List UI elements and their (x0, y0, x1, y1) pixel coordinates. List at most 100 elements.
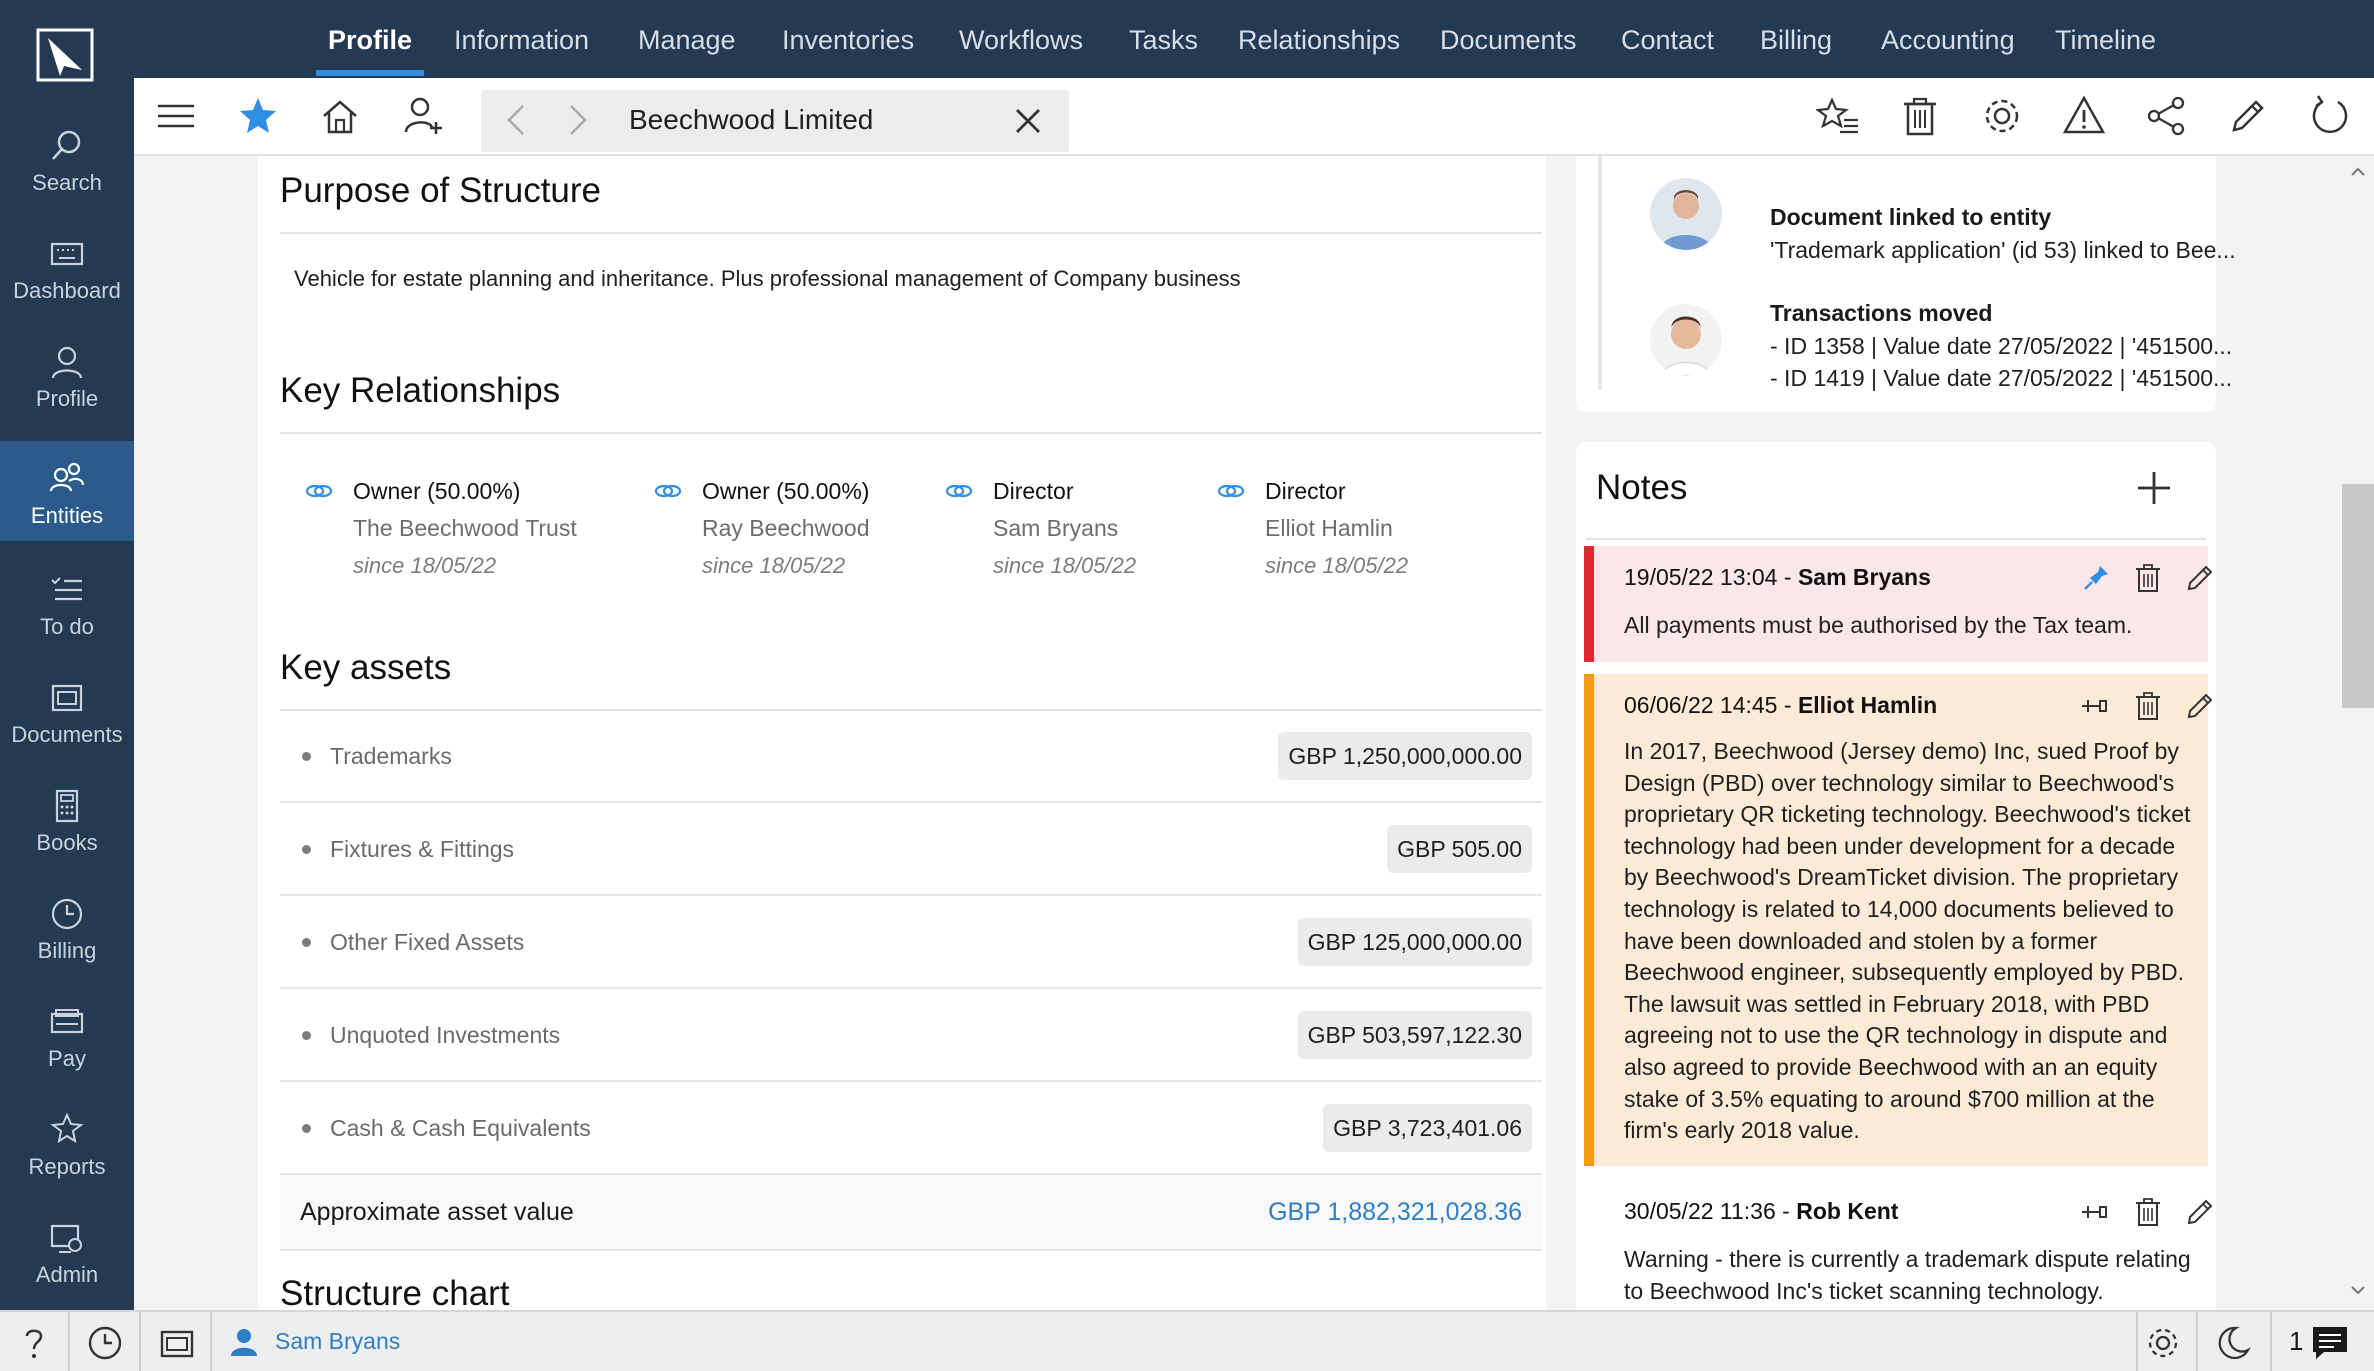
settings-gear-icon[interactable] (2144, 1324, 2182, 1362)
sidebar-item-search[interactable]: Search (0, 110, 134, 210)
divider (280, 232, 1542, 234)
sidebar-item-books[interactable]: Books (0, 770, 134, 870)
tab-information[interactable]: Information (454, 0, 589, 78)
sidebar-item-label: Reports (28, 1154, 106, 1179)
asset-row[interactable]: Other Fixed Assets GBP 125,000,000.00 (280, 897, 1542, 989)
link-icon (945, 480, 973, 502)
sidebar-item-label: Billing (37, 938, 97, 963)
sidebar-item-dashboard[interactable]: Dashboard (0, 218, 134, 318)
sidebar-item-label: Books (36, 830, 98, 855)
sidebar-item-documents[interactable]: Documents (0, 662, 134, 762)
pin-icon[interactable] (2080, 562, 2112, 594)
clock-icon[interactable] (86, 1324, 124, 1362)
scroll-down-arrow-icon[interactable] (2348, 1280, 2368, 1300)
pin-icon[interactable] (2080, 1196, 2112, 1228)
warning-icon[interactable] (2062, 94, 2106, 138)
structure-chart-heading: Structure chart (280, 1274, 510, 1310)
relationship-name[interactable]: Sam Bryans (993, 515, 1118, 542)
favourite-star-icon[interactable] (236, 94, 280, 138)
tab-relationships[interactable]: Relationships (1238, 0, 1400, 78)
note-header: 30/05/22 11:36 - Rob Kent (1624, 1198, 1898, 1225)
asset-name: Trademarks (330, 743, 452, 769)
relationship-name[interactable]: Ray Beechwood (702, 515, 870, 542)
close-icon[interactable] (1009, 102, 1047, 140)
tab-workflows[interactable]: Workflows (959, 0, 1083, 78)
tab-timeline[interactable]: Timeline (2055, 0, 2156, 78)
tab-documents[interactable]: Documents (1440, 0, 1577, 78)
sidebar-item-admin[interactable]: Admin (0, 1202, 134, 1302)
tab-accounting[interactable]: Accounting (1881, 0, 2015, 78)
relationship-since: since 18/05/22 (353, 553, 497, 578)
chevron-right-icon[interactable] (557, 100, 597, 140)
edit-note-pencil-icon[interactable] (2184, 690, 2216, 722)
relationship-since: since 18/05/22 (702, 553, 846, 578)
tab-profile[interactable]: Profile (315, 0, 425, 78)
edit-note-pencil-icon[interactable] (2184, 562, 2216, 594)
activity-feed: Document linked to entity 'Trademark app… (1576, 156, 2236, 412)
sidebar-item-entities[interactable]: Entities (0, 441, 134, 541)
documents-icon[interactable] (158, 1324, 196, 1362)
avatar (1650, 178, 1722, 250)
approx-value-link[interactable]: GBP 1,882,321,028.36 (1268, 1198, 1522, 1227)
documents-icon (47, 678, 87, 718)
note-card: 30/05/22 11:36 - Rob Kent Warning - ther… (1584, 1180, 2213, 1310)
scrollbar-thumb[interactable] (2342, 484, 2374, 708)
tab-contact[interactable]: Contact (1621, 0, 1714, 78)
divider (1586, 538, 2206, 540)
home-icon[interactable] (318, 94, 362, 138)
divider (139, 1312, 141, 1371)
sidebar-item-billing[interactable]: Billing (0, 878, 134, 978)
tab-billing[interactable]: Billing (1760, 0, 1832, 78)
divider (2270, 1312, 2272, 1371)
scroll-up-arrow-icon[interactable] (2348, 162, 2368, 182)
menu-icon[interactable] (154, 94, 198, 138)
note-body: All payments must be authorised by the T… (1624, 612, 2133, 638)
chat-message-icon[interactable] (2310, 1324, 2348, 1362)
asset-row[interactable]: Trademarks GBP 1,250,000,000.00 (280, 711, 1542, 803)
edit-note-pencil-icon[interactable] (2184, 1196, 2216, 1228)
star-list-icon[interactable] (1816, 94, 1860, 138)
asset-row[interactable]: Unquoted Investments GBP 503,597,122.30 (280, 990, 1542, 1082)
delete-note-trash-icon[interactable] (2132, 562, 2164, 594)
settings-gear-icon[interactable] (1980, 94, 2024, 138)
asset-name: Other Fixed Assets (330, 929, 525, 955)
pin-icon[interactable] (2080, 690, 2112, 722)
chevron-left-icon[interactable] (497, 100, 537, 140)
dark-mode-moon-icon[interactable] (2214, 1324, 2252, 1362)
bullet-icon (302, 845, 311, 854)
relationship-name[interactable]: Elliot Hamlin (1265, 515, 1393, 542)
sidebar-item-reports[interactable]: Reports (0, 1094, 134, 1194)
note-date: 30/05/22 11:36 (1624, 1198, 1776, 1224)
note-header: 06/06/22 14:45 - Elliot Hamlin (1624, 692, 1937, 719)
sidebar-item-todo[interactable]: To do (0, 554, 134, 654)
add-person-icon[interactable] (402, 94, 446, 138)
app-logo[interactable] (34, 26, 98, 84)
add-note-plus-icon[interactable] (2134, 468, 2174, 508)
tab-inventories[interactable]: Inventories (782, 0, 914, 78)
sidebar-item-pay[interactable]: Pay (0, 986, 134, 1086)
delete-note-trash-icon[interactable] (2132, 1196, 2164, 1228)
search-icon (47, 126, 87, 166)
calculator-icon (47, 786, 87, 826)
tab-tasks[interactable]: Tasks (1129, 0, 1198, 78)
asset-row[interactable]: Cash & Cash Equivalents GBP 3,723,401.06 (280, 1083, 1542, 1175)
delete-note-trash-icon[interactable] (2132, 690, 2164, 722)
help-question-icon[interactable] (15, 1324, 53, 1362)
refresh-icon[interactable] (2308, 94, 2352, 138)
bullet-icon (302, 752, 311, 761)
vertical-scrollbar[interactable] (2342, 156, 2374, 1310)
sidebar-item-profile[interactable]: Profile (0, 326, 134, 426)
asset-name: Unquoted Investments (330, 1022, 561, 1048)
asset-value: GBP 3,723,401.06 (1323, 1104, 1532, 1152)
tab-manage[interactable]: Manage (638, 0, 736, 78)
note-separator: - (1777, 692, 1798, 718)
current-user-link[interactable]: Sam Bryans (275, 1328, 400, 1355)
asset-row[interactable]: Fixtures & Fittings GBP 505.00 (280, 804, 1542, 896)
relationship-name[interactable]: The Beechwood Trust (353, 515, 577, 542)
edit-pencil-icon[interactable] (2226, 94, 2270, 138)
share-icon[interactable] (2144, 94, 2188, 138)
entity-breadcrumb: Beechwood Limited (481, 90, 1069, 152)
trash-icon[interactable] (1898, 94, 1942, 138)
relationship-role: Director (993, 478, 1074, 504)
status-bar: Sam Bryans 1 (0, 1310, 2374, 1371)
